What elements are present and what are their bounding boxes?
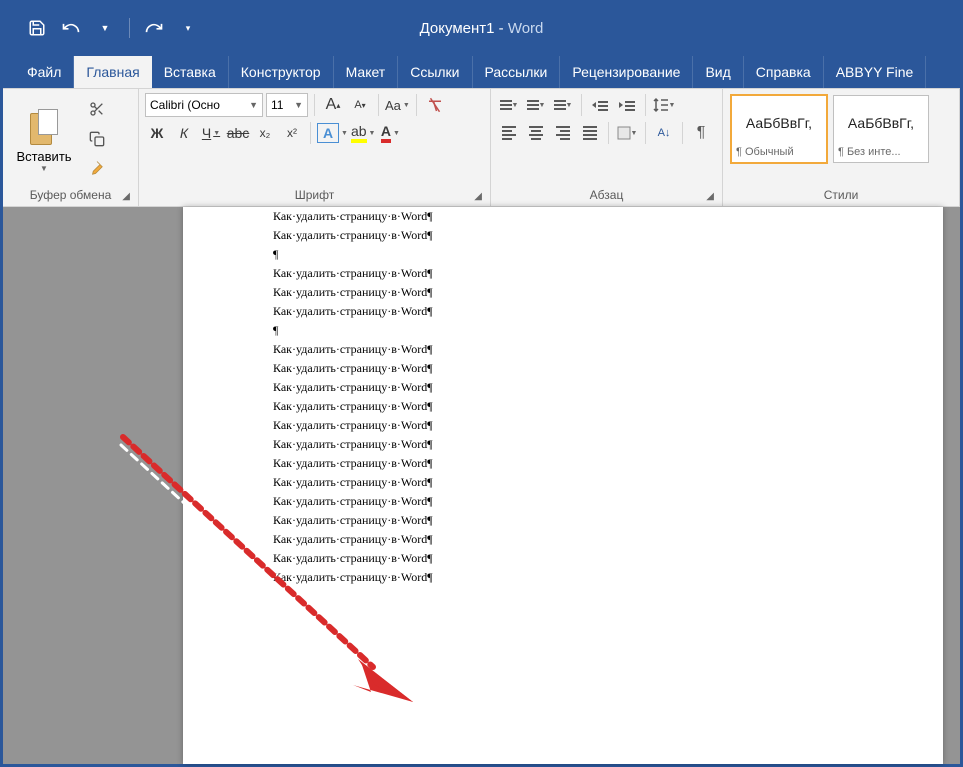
save-icon[interactable] <box>23 14 51 42</box>
style-normal[interactable]: АаБбВвГг, ¶ Обычный <box>731 95 827 163</box>
highlight-button[interactable]: ab▼ <box>351 121 376 145</box>
strikethrough-button[interactable]: abc <box>226 121 250 145</box>
cut-icon[interactable] <box>85 97 109 121</box>
group-paragraph: ▼ ▼ ▼ ▼ ▼ A↓ ¶ А <box>491 89 723 206</box>
shrink-font-button[interactable]: A▾ <box>348 93 372 117</box>
italic-button[interactable]: К <box>172 121 196 145</box>
font-size-combo[interactable]: 11▼ <box>266 93 308 117</box>
tab-layout[interactable]: Макет <box>334 56 399 88</box>
redo-icon[interactable] <box>140 14 168 42</box>
paragraph-dialog-launcher-icon[interactable]: ◢ <box>706 191 714 202</box>
tab-design[interactable]: Конструктор <box>229 56 334 88</box>
group-font: Calibri (Осно▼ 11▼ A▴ A▾ Aa▼ Ж К Ч▼ a <box>139 89 491 206</box>
bullets-button[interactable]: ▼ <box>497 93 521 117</box>
clear-formatting-button[interactable] <box>423 93 447 117</box>
align-left-button[interactable] <box>497 121 521 145</box>
group-clipboard-label: Буфер обмена ◢ <box>9 186 132 204</box>
sort-button[interactable]: A↓ <box>652 121 676 145</box>
subscript-button[interactable]: x₂ <box>253 121 277 145</box>
justify-button[interactable] <box>578 121 602 145</box>
tab-file[interactable]: Файл <box>15 56 74 88</box>
group-clipboard: Вставить ▼ Буфер обмена ◢ <box>3 89 139 206</box>
change-case-button[interactable]: Aa▼ <box>385 93 410 117</box>
ribbon-tabs: Файл Главная Вставка Конструктор Макет С… <box>3 53 960 89</box>
group-styles-label: Стили <box>729 186 953 204</box>
ribbon: Вставить ▼ Буфер обмена ◢ <box>3 89 960 207</box>
bold-button[interactable]: Ж <box>145 121 169 145</box>
underline-button[interactable]: Ч▼ <box>199 121 223 145</box>
text-effects-button[interactable]: A▼ <box>317 121 348 145</box>
grow-font-button[interactable]: A▴ <box>321 93 345 117</box>
undo-icon[interactable] <box>57 14 85 42</box>
line-spacing-button[interactable]: ▼ <box>652 93 676 117</box>
tab-home[interactable]: Главная <box>74 56 151 88</box>
paste-button[interactable]: Вставить ▼ <box>9 93 79 186</box>
group-font-label: Шрифт ◢ <box>145 186 484 204</box>
superscript-button[interactable]: x² <box>280 121 304 145</box>
document-page[interactable]: Как·удалить·страницу·в·Word¶ Как·удалить… <box>183 207 943 764</box>
font-color-button[interactable]: A▼ <box>378 121 402 145</box>
numbering-button[interactable]: ▼ <box>524 93 548 117</box>
shading-button[interactable]: ▼ <box>615 121 639 145</box>
align-center-button[interactable] <box>524 121 548 145</box>
document-area: Как·удалить·страницу·в·Word¶ Как·удалить… <box>3 207 960 764</box>
tab-abbyy[interactable]: ABBYY Fine <box>824 56 927 88</box>
qat-customize-icon[interactable]: ▾ <box>174 14 202 42</box>
copy-icon[interactable] <box>85 127 109 151</box>
tab-insert[interactable]: Вставка <box>152 56 229 88</box>
undo-dropdown-icon[interactable]: ▼ <box>91 14 119 42</box>
tab-mailings[interactable]: Рассылки <box>473 56 561 88</box>
tab-review[interactable]: Рецензирование <box>560 56 693 88</box>
increase-indent-button[interactable] <box>615 93 639 117</box>
multilevel-button[interactable]: ▼ <box>551 93 575 117</box>
font-dialog-launcher-icon[interactable]: ◢ <box>474 191 482 202</box>
show-marks-button[interactable]: ¶ <box>689 121 713 145</box>
clipboard-dialog-launcher-icon[interactable]: ◢ <box>122 191 130 202</box>
quick-access-toolbar: ▼ ▾ <box>23 14 202 42</box>
title-bar: ▼ ▾ Документ1 - Word <box>3 3 960 53</box>
group-paragraph-label: Абзац ◢ <box>497 186 716 204</box>
format-painter-icon[interactable] <box>85 157 109 181</box>
style-no-spacing[interactable]: АаБбВвГг, ¶ Без инте... <box>833 95 929 163</box>
paste-icon <box>26 107 62 147</box>
decrease-indent-button[interactable] <box>588 93 612 117</box>
tab-help[interactable]: Справка <box>744 56 824 88</box>
group-styles: АаБбВвГг, ¶ Обычный АаБбВвГг, ¶ Без инте… <box>723 89 960 206</box>
tab-view[interactable]: Вид <box>693 56 743 88</box>
font-name-combo[interactable]: Calibri (Осно▼ <box>145 93 263 117</box>
tab-references[interactable]: Ссылки <box>398 56 472 88</box>
align-right-button[interactable] <box>551 121 575 145</box>
